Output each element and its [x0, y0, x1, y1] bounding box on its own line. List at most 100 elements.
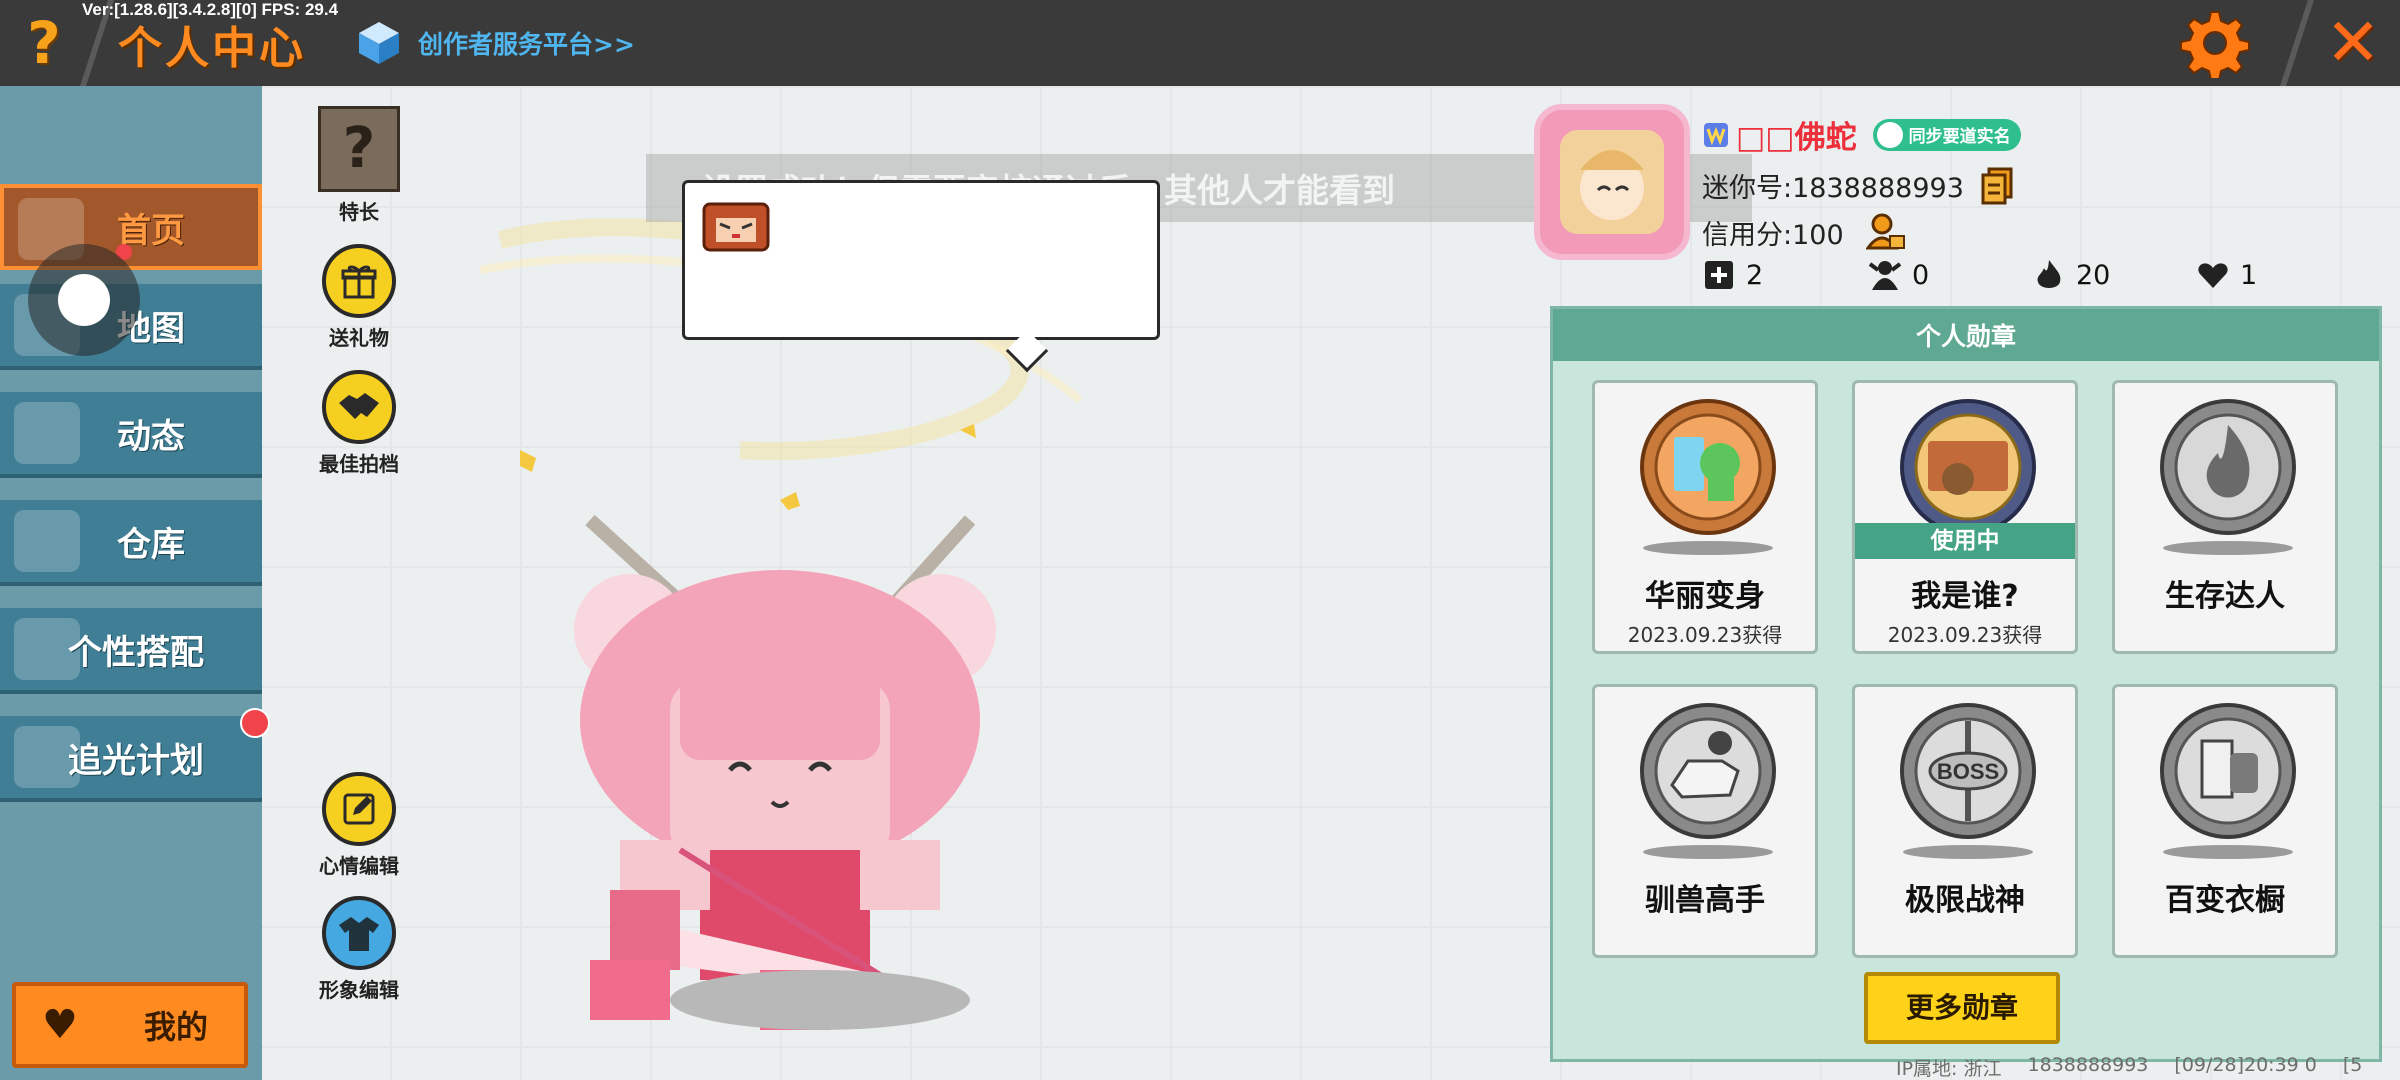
credit-user-icon[interactable]: [1865, 212, 1906, 252]
badges-title: 个人勋章: [1553, 309, 2379, 361]
top-bar: ? 个人中心 Ver:[1.28.6][3.4.2.8][0] FPS: 29.…: [0, 0, 2400, 86]
sidebar: 首页 地图 动态 仓库 个性搭配 追光计划: [0, 86, 262, 1080]
boss-medal-icon: BOSS: [1900, 703, 2036, 839]
stat-value: 20: [2076, 259, 2111, 291]
heart-icon: ♥: [42, 1002, 78, 1048]
survival-medal-icon: [2160, 399, 2296, 535]
stat-likes[interactable]: 1: [2196, 258, 2257, 292]
fans-icon: [1868, 261, 1902, 290]
avatar-image: [1560, 130, 1664, 234]
badge-name: 我是谁?: [1911, 579, 2019, 614]
sidebar-item-label: 追光计划: [68, 740, 204, 781]
tamer-medal-icon: [1640, 703, 1776, 839]
gift-icon: [322, 244, 396, 318]
close-button[interactable]: ✕: [2318, 8, 2388, 78]
user-check-icon: [1876, 121, 1903, 148]
page-title: 个人中心: [118, 23, 306, 74]
sidebar-item-outfit[interactable]: 个性搭配: [0, 608, 262, 694]
copy-icon[interactable]: [1980, 167, 2014, 205]
wardrobe-medal-icon: [2160, 703, 2296, 839]
sync-badge-label: 同步要道实名: [1908, 127, 2011, 147]
sidebar-item-home[interactable]: 首页: [0, 184, 262, 270]
best-partner-label: 最佳拍档: [319, 452, 399, 476]
sidebar-item-warehouse[interactable]: 仓库: [0, 500, 262, 586]
badge-name: 百变衣橱: [2165, 883, 2285, 918]
credit-score: 信用分:100: [1702, 219, 1844, 251]
version-text: Ver:[1.28.6][3.4.2.8][0] FPS: 29.4: [82, 0, 339, 19]
settings-button[interactable]: [2180, 8, 2250, 81]
footer-uid: 1838888993: [2027, 1054, 2149, 1076]
cube-icon: [359, 22, 399, 64]
avatar[interactable]: [1534, 104, 1690, 260]
mood-edit-button[interactable]: 心情编辑: [304, 772, 414, 879]
question-box-icon: ?: [318, 106, 400, 192]
outfit-edit-icon: [322, 896, 396, 970]
floating-assistive-ball[interactable]: [28, 244, 140, 356]
plus-box-icon: [1705, 261, 1733, 289]
boss-text: BOSS: [1937, 759, 1999, 784]
sidebar-item-spotlight[interactable]: 追光计划: [0, 716, 262, 802]
mini-id: 迷你号:1838888993: [1702, 173, 1964, 204]
sidebar-item-feed[interactable]: 动态: [0, 392, 262, 478]
badge-name: 生存达人: [2165, 579, 2285, 614]
avatar-edit-label: 形象编辑: [319, 978, 399, 1002]
specialty-button[interactable]: ? 特长: [304, 106, 414, 225]
mine-label: 我的: [144, 1008, 209, 1046]
medal-shadow: [1903, 845, 2033, 859]
specialty-label: 特长: [339, 200, 379, 224]
footer-timestamp: [09/28]20:39 0: [2174, 1054, 2317, 1076]
handshake-icon: [322, 370, 396, 444]
stat-fans[interactable]: 0: [1868, 258, 1929, 292]
badge-card[interactable]: 驯兽高手: [1592, 684, 1818, 958]
best-partner-button[interactable]: 最佳拍档: [304, 370, 414, 477]
nickname: □□佛蛇: [1736, 120, 1857, 156]
edit-icon: [322, 772, 396, 846]
footer-info: IP属地: 浙江 1838888993 [09/28]20:39 0 [5: [1896, 1054, 2388, 1080]
badge-card[interactable]: BOSS 极限战神: [1852, 684, 2078, 958]
notification-dot: [240, 708, 270, 738]
badge-name: 驯兽高手: [1645, 883, 1765, 918]
send-gift-button[interactable]: 送礼物: [304, 244, 414, 351]
vip-icon: [1704, 122, 1728, 147]
avatar-edit-button[interactable]: 形象编辑: [304, 896, 414, 1003]
medal-shadow: [1643, 845, 1773, 859]
sidebar-item-label: 仓库: [117, 524, 185, 565]
stat-value: 0: [1912, 259, 1930, 291]
bell-icon: [14, 402, 80, 464]
gear-icon: [2180, 11, 2250, 81]
send-gift-label: 送礼物: [329, 326, 389, 350]
badge-card[interactable]: 使用中 我是谁? 2023.09.23获得: [1852, 380, 2078, 654]
credit-row: 信用分:100: [1702, 212, 1906, 252]
creator-link-label: 创作者服务平台>>: [418, 30, 635, 59]
ip-location: IP属地: 浙江: [1896, 1058, 2002, 1080]
badge-card[interactable]: 华丽变身 2023.09.23获得: [1592, 380, 1818, 654]
sync-realname-badge[interactable]: 同步要道实名: [1872, 118, 2021, 151]
badge-name: 华丽变身: [1645, 579, 1765, 614]
transform-medal-icon: [1640, 399, 1776, 535]
mine-button[interactable]: ♥ 我的: [12, 982, 248, 1068]
in-use-badge: 使用中: [1855, 523, 2075, 559]
badge-name: 极限战神: [1905, 883, 2025, 918]
flame-icon: [2037, 260, 2061, 288]
creator-platform-link[interactable]: 创作者服务平台>>: [356, 18, 635, 68]
badge-card[interactable]: 生存达人: [2112, 380, 2338, 654]
badge-card[interactable]: 百变衣橱: [2112, 684, 2338, 958]
identity-medal-icon: [1900, 399, 2036, 535]
sidebar-item-label: 动态: [117, 416, 185, 457]
question-icon: ?: [27, 9, 61, 77]
medal-shadow: [2163, 541, 2293, 555]
footer-extra: [5: [2342, 1054, 2363, 1076]
stat-popularity[interactable]: 20: [2032, 258, 2110, 292]
stat-value: 2: [1746, 259, 1764, 291]
mini-id-row: 迷你号:1838888993: [1702, 166, 2014, 205]
badge-date: 2023.09.23获得: [1887, 623, 2043, 647]
medal-shadow: [2163, 845, 2293, 859]
stat-posts[interactable]: 2: [1702, 258, 1763, 292]
more-badges-button[interactable]: 更多勋章: [1864, 972, 2060, 1044]
house-icon: [14, 510, 80, 572]
nickname-row: □□佛蛇 同步要道实名: [1702, 112, 2021, 157]
close-icon: ✕: [2325, 4, 2381, 81]
help-button[interactable]: ?: [14, 12, 74, 74]
mood-edit-label: 心情编辑: [319, 854, 399, 878]
hearts-icon: [2198, 263, 2228, 288]
